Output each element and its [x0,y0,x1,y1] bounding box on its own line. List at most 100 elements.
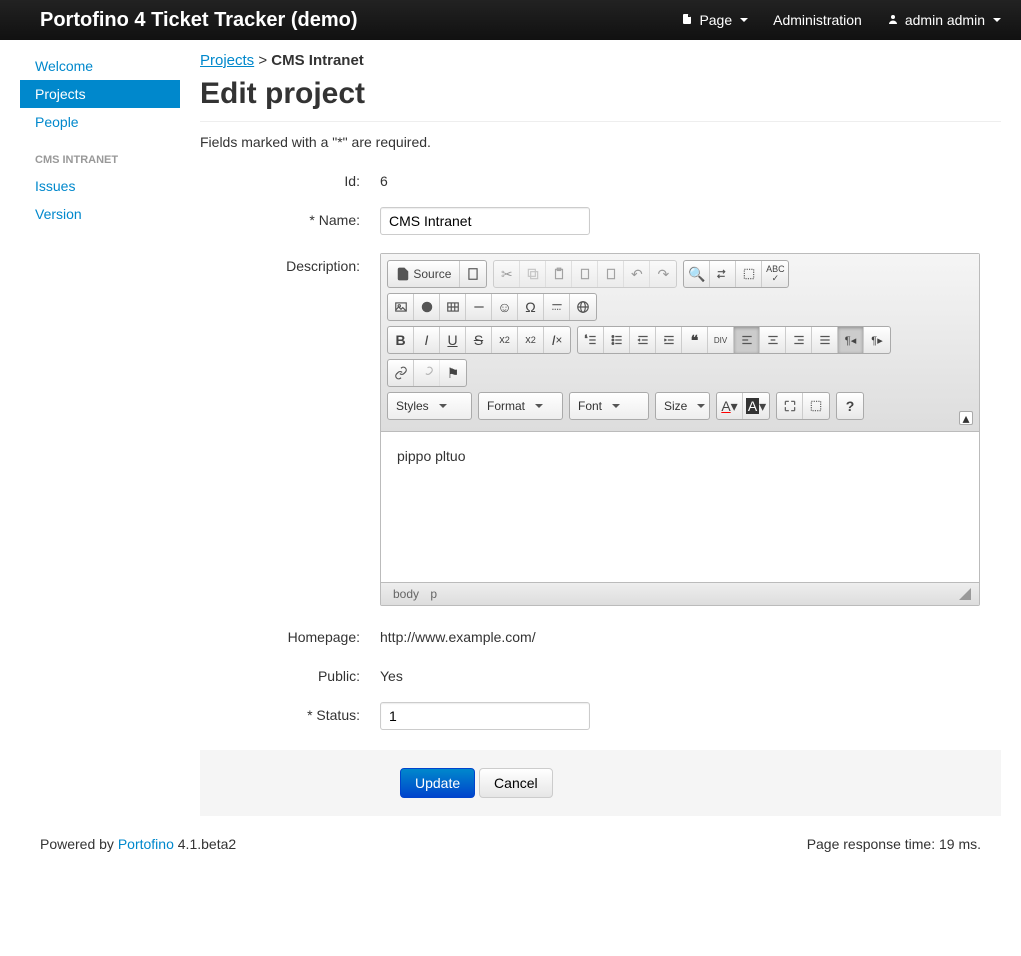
editor-content[interactable]: pippo pltuo [381,432,979,582]
pagebreak-icon[interactable] [544,294,570,320]
unlink-icon[interactable] [414,360,440,386]
user-menu[interactable]: admin admin [887,12,1001,28]
selectall-icon[interactable] [736,261,762,287]
redo-icon[interactable]: ↷ [650,261,676,287]
resize-handle-icon[interactable] [959,588,971,600]
sidebar-item-projects[interactable]: Projects [20,80,180,108]
maximize-icon[interactable] [777,393,803,419]
paste-text-icon[interactable] [572,261,598,287]
path-p[interactable]: p [426,585,441,603]
svg-text:1: 1 [585,335,587,339]
image-icon[interactable] [388,294,414,320]
strike-icon[interactable]: S [466,327,492,353]
response-time: Page response time: 19 ms. [807,836,981,852]
about-icon[interactable]: ? [837,393,863,419]
table-icon[interactable] [440,294,466,320]
align-left-icon[interactable] [734,327,760,353]
link-icon[interactable] [388,360,414,386]
superscript-icon[interactable]: x2 [518,327,544,353]
toolbar-collapse-icon[interactable]: ▴ [959,411,973,425]
cut-icon[interactable]: ✂ [494,261,520,287]
showblocks-icon[interactable] [803,393,829,419]
format-combo[interactable]: Format [478,392,563,420]
numberlist-icon[interactable]: 1 [578,327,604,353]
align-center-icon[interactable] [760,327,786,353]
font-combo[interactable]: Font [569,392,649,420]
breadcrumb: Projects > CMS Intranet [200,52,1001,69]
homepage-value: http://www.example.com/ [380,624,1001,645]
file-icon [681,12,693,29]
portofino-link[interactable]: Portofino [118,836,174,852]
description-label: Description: [200,253,380,606]
newpage-icon[interactable] [460,261,486,287]
caret-down-icon [697,404,705,408]
smiley-icon[interactable]: ☺ [492,294,518,320]
removeformat-icon[interactable]: I× [544,327,570,353]
sidebar-section-header: CMS INTRANET [20,148,180,172]
public-value: Yes [380,663,1001,684]
copy-icon[interactable] [520,261,546,287]
replace-icon[interactable] [710,261,736,287]
outdent-icon[interactable] [630,327,656,353]
iframe-icon[interactable] [570,294,596,320]
administration-link[interactable]: Administration [773,12,862,28]
blockquote-icon[interactable]: ❝ [682,327,708,353]
bgcolor-icon[interactable]: A▾ [743,393,769,419]
align-justify-icon[interactable] [812,327,838,353]
homepage-label: Homepage: [200,624,380,645]
breadcrumb-root[interactable]: Projects [200,52,254,69]
spellcheck-icon[interactable]: ABC✓ [762,261,788,287]
page-title: Edit project [200,77,1001,122]
name-input[interactable] [380,207,590,235]
paste-icon[interactable] [546,261,572,287]
sidebar-item-people[interactable]: People [20,108,180,136]
source-button[interactable]: Source [388,261,460,287]
underline-icon[interactable]: U [440,327,466,353]
user-icon [887,12,899,28]
subscript-icon[interactable]: x2 [492,327,518,353]
name-label: * Name: [200,207,380,235]
page-menu[interactable]: Page [681,12,748,29]
status-input[interactable] [380,702,590,730]
specialchar-icon[interactable]: Ω [518,294,544,320]
form-actions: Update Cancel [200,750,1001,816]
italic-icon[interactable]: I [414,327,440,353]
sidebar-item-welcome[interactable]: Welcome [20,52,180,80]
sidebar-item-version[interactable]: Version [20,200,180,228]
rtl-icon[interactable]: ¶▸ [864,327,890,353]
caret-down-icon [612,404,620,408]
sidebar: Welcome Projects People CMS INTRANET Iss… [20,52,180,816]
paste-word-icon[interactable] [598,261,624,287]
editor-elements-path: body p [389,587,441,601]
styles-combo[interactable]: Styles [387,392,472,420]
status-label: * Status: [200,702,380,730]
size-combo[interactable]: Size [655,392,710,420]
hr-icon[interactable] [466,294,492,320]
find-icon[interactable]: 🔍 [684,261,710,287]
rich-text-editor: Source ✂ ↶ ↷ [380,253,980,606]
path-body[interactable]: body [389,585,423,603]
required-help: Fields marked with a "*" are required. [200,134,1001,150]
sidebar-item-issues[interactable]: Issues [20,172,180,200]
caret-down-icon [993,18,1001,22]
caret-down-icon [439,404,447,408]
caret-down-icon [740,18,748,22]
textcolor-icon[interactable]: A▾ [717,393,743,419]
bold-icon[interactable]: B [388,327,414,353]
id-label: Id: [200,168,380,189]
public-label: Public: [200,663,380,684]
bulletlist-icon[interactable] [604,327,630,353]
indent-icon[interactable] [656,327,682,353]
page-menu-label: Page [699,12,732,28]
align-right-icon[interactable] [786,327,812,353]
div-icon[interactable]: DIV [708,327,734,353]
undo-icon[interactable]: ↶ [624,261,650,287]
anchor-icon[interactable]: ⚑ [440,360,466,386]
flash-icon[interactable] [414,294,440,320]
top-navbar: Portofino 4 Ticket Tracker (demo) Page A… [0,0,1021,40]
update-button[interactable]: Update [400,768,475,798]
ltr-icon[interactable]: ¶◂ [838,327,864,353]
cancel-button[interactable]: Cancel [479,768,553,798]
caret-down-icon [535,404,543,408]
footer: Powered by Portofino 4.1.beta2 Page resp… [0,816,1021,872]
